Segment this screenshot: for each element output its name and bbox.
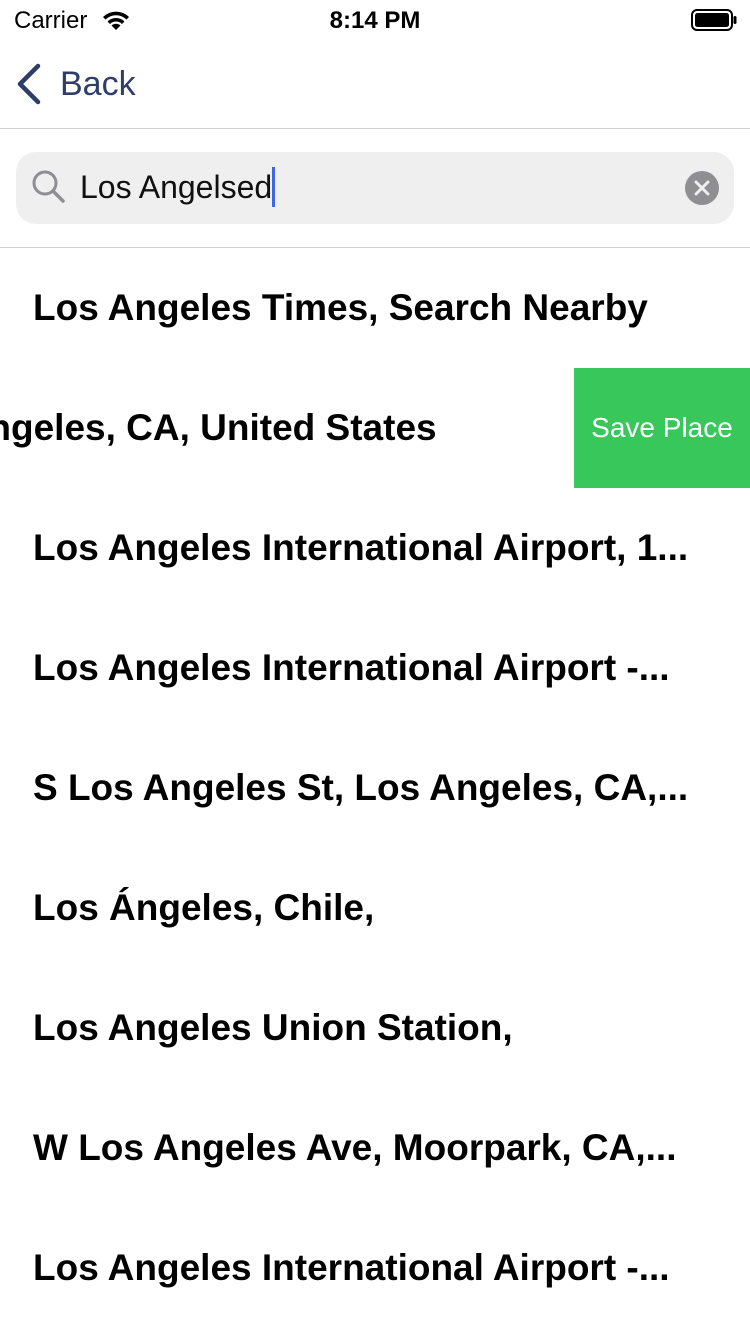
result-row[interactable]: S Los Angeles St, Los Angeles, CA,... <box>0 728 750 848</box>
result-label: Los Angeles Times, Search Nearby <box>33 287 648 328</box>
result-row[interactable]: Los Angeles Times, Search Nearby <box>0 248 750 368</box>
result-row-swiped[interactable]: Los Angeles, CA, United States Save Plac… <box>0 368 750 488</box>
search-bar: Los Angelsed <box>0 129 750 248</box>
result-row[interactable]: W Los Angeles Ave, Moorpark, CA,... <box>0 1088 750 1208</box>
text-caret <box>272 167 276 207</box>
result-label: W Los Angeles Ave, Moorpark, CA,... <box>33 1127 677 1168</box>
result-row[interactable]: Los Angeles International Airport -... <box>0 608 750 728</box>
result-label: Los Ángeles, Chile, <box>33 887 375 928</box>
result-row[interactable]: Los Angeles International Airport, 1... <box>0 488 750 608</box>
result-label: Los Angeles International Airport -... <box>33 647 670 688</box>
clear-icon <box>694 180 710 196</box>
search-icon <box>32 170 65 203</box>
search-field[interactable]: Los Angelsed <box>16 152 734 224</box>
result-label: Los Angeles Union Station, <box>33 1007 513 1048</box>
status-time: 8:14 PM <box>329 7 421 34</box>
back-button[interactable]: Back <box>14 62 136 106</box>
result-label: Los Angeles International Airport -... <box>33 1247 670 1288</box>
clear-search-button[interactable] <box>685 171 719 205</box>
status-bar: Carrier 8:14 PM <box>0 0 750 40</box>
search-input[interactable]: Los Angelsed <box>80 167 276 207</box>
navigation-bar: Back <box>0 40 750 129</box>
battery-icon <box>691 9 737 31</box>
result-label: S Los Angeles St, Los Angeles, CA,... <box>33 767 689 808</box>
result-row[interactable]: Los Ángeles, Chile, <box>0 848 750 968</box>
search-results-list: Los Angeles Times, Search Nearby Los Ang… <box>0 248 750 1328</box>
save-place-button[interactable]: Save Place <box>574 368 750 488</box>
result-label: Los Angeles International Airport, 1... <box>33 527 689 568</box>
result-label: Los Angeles, CA, United States <box>0 407 437 448</box>
search-input-value: Los Angelsed <box>80 169 273 205</box>
chevron-left-icon <box>17 63 41 105</box>
result-row[interactable]: Los Angeles International Airport -... <box>0 1208 750 1328</box>
back-label: Back <box>60 64 136 103</box>
result-row[interactable]: Los Angeles Union Station, <box>0 968 750 1088</box>
